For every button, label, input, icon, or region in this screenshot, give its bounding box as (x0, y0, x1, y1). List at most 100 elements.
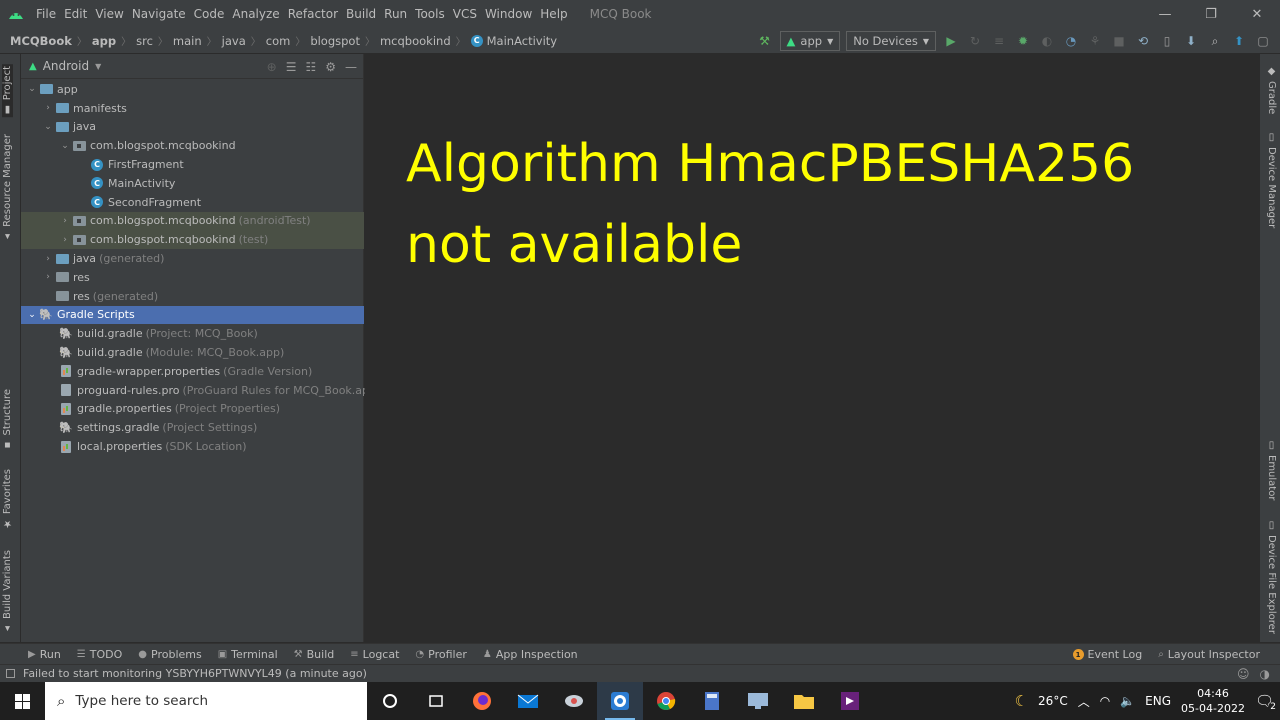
taskbar-chrome[interactable] (643, 682, 689, 720)
breadcrumb-current-file[interactable]: C MainActivity (468, 34, 560, 48)
menu-code[interactable]: Code (190, 0, 229, 28)
tree-item-package-android-test[interactable]: › com.blogspot.mcqbookind (androidTest) (21, 211, 364, 231)
tab-run[interactable]: ▶ Run (20, 648, 69, 661)
apply-changes-icon[interactable]: ≡ (988, 30, 1010, 52)
menu-view[interactable]: View (91, 0, 127, 28)
minimize-button[interactable]: — (1142, 0, 1188, 28)
tree-item-proguard[interactable]: proguard-rules.pro (ProGuard Rules for MC… (21, 381, 380, 400)
tree-item-build-gradle-module[interactable]: 🐘 build.gradle (Module: MCQ_Book.app) (21, 343, 364, 362)
taskbar-app[interactable] (551, 682, 597, 720)
tab-layout-inspector[interactable]: ⌕ Layout Inspector (1150, 648, 1268, 661)
tree-item-res[interactable]: › res (21, 268, 364, 287)
tab-build[interactable]: ⚒ Build (286, 648, 343, 661)
hide-icon[interactable]: — (345, 60, 357, 74)
menu-window[interactable]: Window (481, 0, 536, 28)
menu-vcs[interactable]: VCS (449, 0, 481, 28)
device-manager-icon[interactable]: ▯ (1156, 30, 1178, 52)
menu-tools[interactable]: Tools (411, 0, 449, 28)
language-indicator[interactable]: ENG (1145, 694, 1171, 708)
view-mode-dropdown[interactable]: Android (43, 59, 89, 73)
tree-item-build-gradle-project[interactable]: 🐘 build.gradle (Project: MCQ_Book) (21, 324, 364, 343)
taskbar-mail[interactable] (505, 682, 551, 720)
breadcrumb-main[interactable]: main (170, 34, 205, 48)
sdk-manager-icon[interactable]: ⬇ (1180, 30, 1202, 52)
tab-logcat[interactable]: ≡ Logcat (342, 648, 407, 661)
status-message[interactable]: Failed to start monitoring YSBYYH6PTWNVY… (6, 667, 367, 680)
search-icon[interactable]: ⌕ (1204, 30, 1226, 52)
wifi-icon[interactable]: ◠ (1100, 694, 1110, 708)
tree-item-package[interactable]: ⌄ com.blogspot.mcqbookind (21, 136, 364, 155)
toggle-tool-windows-icon[interactable] (6, 669, 15, 678)
device-dropdown[interactable]: No Devices ▼ (846, 31, 936, 51)
tab-device-file-explorer[interactable]: ▯ Device File Explorer (1266, 520, 1277, 634)
tree-item-java[interactable]: ⌄ java (21, 118, 364, 137)
cortana-button[interactable] (367, 682, 413, 720)
tab-problems[interactable]: ● Problems (130, 648, 209, 661)
settings-icon[interactable]: ▢ (1252, 30, 1274, 52)
chevron-down-icon[interactable]: ⌄ (25, 84, 39, 94)
volume-icon[interactable]: 🔈 (1120, 694, 1135, 708)
tab-structure[interactable]: ▪ Structure (2, 389, 13, 451)
breadcrumb-com[interactable]: com (263, 34, 294, 48)
tab-emulator[interactable]: ▯ Emulator (1266, 440, 1277, 500)
menu-navigate[interactable]: Navigate (128, 0, 190, 28)
chevron-down-icon[interactable]: ⌄ (58, 141, 72, 151)
tab-gradle[interactable]: ◆ Gradle (1266, 66, 1277, 114)
taskbar-search[interactable]: ⌕ Type here to search (45, 682, 367, 720)
taskbar-computer[interactable] (735, 682, 781, 720)
tree-item-res-generated[interactable]: res (generated) (21, 287, 364, 306)
tab-todo[interactable]: ☰ TODO (69, 648, 130, 661)
breadcrumb-project[interactable]: MCQBook (0, 34, 75, 48)
update-icon[interactable]: ⬆ (1228, 30, 1250, 52)
chevron-right-icon[interactable]: › (58, 235, 72, 245)
clock[interactable]: 04:46 05-04-2022 (1181, 686, 1245, 716)
tab-device-manager[interactable]: ▯ Device Manager (1266, 132, 1277, 228)
run-config-dropdown[interactable]: ▲ app ▼ (779, 31, 841, 51)
menu-run[interactable]: Run (380, 0, 411, 28)
chevron-right-icon[interactable]: › (41, 272, 55, 282)
breadcrumb-src[interactable]: src (133, 34, 156, 48)
task-view-button[interactable] (413, 682, 459, 720)
restore-button[interactable]: ❐ (1188, 0, 1234, 28)
indexing-icon[interactable]: ◑ (1260, 667, 1270, 681)
tab-terminal[interactable]: ▣ Terminal (210, 648, 286, 661)
breadcrumb-java[interactable]: java (219, 34, 249, 48)
chevron-right-icon[interactable]: › (41, 254, 55, 264)
tree-item-settings-gradle[interactable]: 🐘 settings.gradle (Project Settings) (21, 418, 364, 437)
chevron-right-icon[interactable]: › (41, 103, 55, 113)
tree-item-second-fragment[interactable]: C SecondFragment (21, 193, 364, 212)
tree-item-main-activity[interactable]: C MainActivity (21, 174, 364, 193)
tree-item-first-fragment[interactable]: C FirstFragment (21, 155, 364, 174)
tree-item-local-properties[interactable]: local.properties (SDK Location) (21, 437, 364, 456)
debug-icon[interactable]: ✹ (1012, 30, 1034, 52)
chevron-down-icon[interactable]: ⌄ (25, 310, 39, 320)
chevron-up-icon[interactable]: ︿ (1078, 693, 1090, 710)
start-button[interactable] (0, 682, 45, 720)
taskbar-firefox[interactable] (459, 682, 505, 720)
tab-profiler[interactable]: ◔ Profiler (407, 648, 474, 661)
profile-icon[interactable]: ◔ (1060, 30, 1082, 52)
smiley-icon[interactable]: ☺ (1237, 667, 1250, 681)
tree-item-app[interactable]: ⌄ app (21, 80, 364, 99)
collapse-all-icon[interactable]: ☷ (305, 60, 316, 74)
tab-build-variants[interactable]: ▴ Build Variants (2, 550, 13, 634)
weather-temp[interactable]: 26°C (1038, 694, 1068, 708)
tree-item-gradle-wrapper[interactable]: gradle-wrapper.properties (Gradle Version… (21, 362, 364, 381)
taskbar-explorer[interactable] (781, 682, 827, 720)
run-icon[interactable]: ▶ (940, 30, 962, 52)
tab-app-inspection[interactable]: ♟ App Inspection (475, 648, 586, 661)
close-button[interactable]: ✕ (1234, 0, 1280, 28)
attach-debugger-icon[interactable]: ◐ (1036, 30, 1058, 52)
tree-item-gradle-properties[interactable]: gradle.properties (Project Properties) (21, 400, 364, 419)
rerun-icon[interactable]: ↻ (964, 30, 986, 52)
menu-edit[interactable]: Edit (60, 0, 91, 28)
notification-icon[interactable]: 🗨 2 (1255, 692, 1278, 712)
breadcrumb-mcqbookind[interactable]: mcqbookind (377, 34, 454, 48)
taskbar-word[interactable] (597, 682, 643, 720)
taskbar-visual-studio[interactable] (827, 682, 873, 720)
menu-analyze[interactable]: Analyze (228, 0, 283, 28)
stop-icon[interactable]: ■ (1108, 30, 1130, 52)
tree-item-package-test[interactable]: › com.blogspot.mcqbookind (test) (21, 230, 364, 250)
menu-refactor[interactable]: Refactor (284, 0, 342, 28)
chevron-down-icon[interactable]: ⌄ (41, 122, 55, 132)
